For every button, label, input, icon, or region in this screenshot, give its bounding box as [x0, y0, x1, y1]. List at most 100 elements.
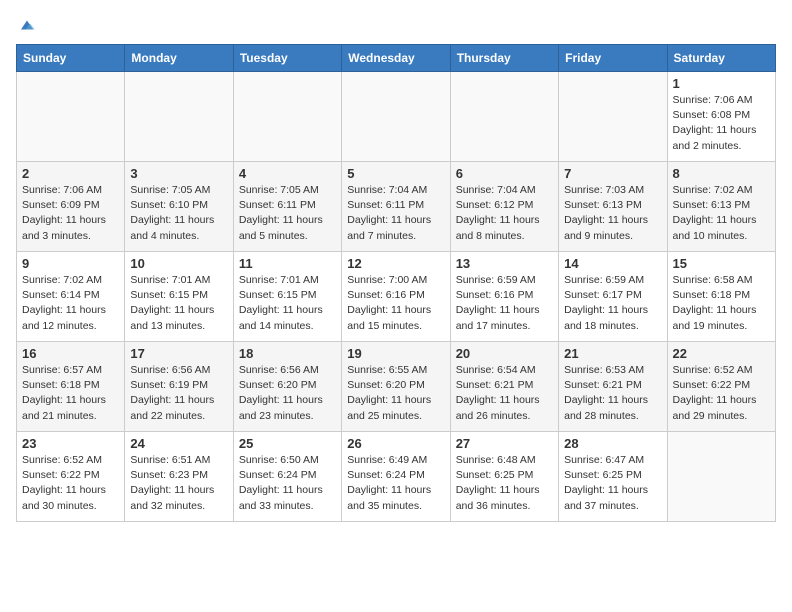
day-info: Sunrise: 6:54 AM Sunset: 6:21 PM Dayligh…: [456, 363, 553, 424]
day-number: 9: [22, 256, 119, 271]
day-number: 8: [673, 166, 770, 181]
calendar-day-cell: 11 Sunrise: 7:01 AM Sunset: 6:15 PM Dayli…: [233, 252, 341, 342]
day-number: 19: [347, 346, 444, 361]
calendar-day-cell: 25 Sunrise: 6:50 AM Sunset: 6:24 PM Dayli…: [233, 432, 341, 522]
day-info: Sunrise: 7:04 AM Sunset: 6:11 PM Dayligh…: [347, 183, 444, 244]
day-info: Sunrise: 7:04 AM Sunset: 6:12 PM Dayligh…: [456, 183, 553, 244]
calendar-day-cell: 5 Sunrise: 7:04 AM Sunset: 6:11 PM Daylig…: [342, 162, 450, 252]
calendar-day-cell: [450, 72, 558, 162]
calendar-week-row: 16 Sunrise: 6:57 AM Sunset: 6:18 PM Dayli…: [17, 342, 776, 432]
day-number: 28: [564, 436, 661, 451]
day-info: Sunrise: 7:05 AM Sunset: 6:11 PM Dayligh…: [239, 183, 336, 244]
day-number: 21: [564, 346, 661, 361]
calendar-day-cell: 20 Sunrise: 6:54 AM Sunset: 6:21 PM Dayli…: [450, 342, 558, 432]
calendar-day-cell: 1 Sunrise: 7:06 AM Sunset: 6:08 PM Daylig…: [667, 72, 775, 162]
day-info: Sunrise: 6:52 AM Sunset: 6:22 PM Dayligh…: [22, 453, 119, 514]
day-number: 26: [347, 436, 444, 451]
calendar-day-cell: [17, 72, 125, 162]
calendar-day-cell: 28 Sunrise: 6:47 AM Sunset: 6:25 PM Dayli…: [559, 432, 667, 522]
calendar-day-cell: 18 Sunrise: 6:56 AM Sunset: 6:20 PM Dayli…: [233, 342, 341, 432]
day-number: 22: [673, 346, 770, 361]
day-number: 11: [239, 256, 336, 271]
day-info: Sunrise: 6:55 AM Sunset: 6:20 PM Dayligh…: [347, 363, 444, 424]
calendar-day-cell: 12Sunrise: 7:00 AM Sunset: 6:16 PM Dayli…: [342, 252, 450, 342]
day-number: 13: [456, 256, 553, 271]
day-number: 14: [564, 256, 661, 271]
day-info: Sunrise: 7:06 AM Sunset: 6:09 PM Dayligh…: [22, 183, 119, 244]
day-number: 10: [130, 256, 227, 271]
day-number: 15: [673, 256, 770, 271]
calendar-table: SundayMondayTuesdayWednesdayThursdayFrid…: [16, 44, 776, 522]
day-info: Sunrise: 6:56 AM Sunset: 6:20 PM Dayligh…: [239, 363, 336, 424]
calendar-day-cell: 26 Sunrise: 6:49 AM Sunset: 6:24 PM Dayli…: [342, 432, 450, 522]
weekday-header-friday: Friday: [559, 45, 667, 72]
day-number: 20: [456, 346, 553, 361]
day-info: Sunrise: 6:59 AM Sunset: 6:16 PM Dayligh…: [456, 273, 553, 334]
day-number: 16: [22, 346, 119, 361]
calendar-day-cell: [342, 72, 450, 162]
day-info: Sunrise: 6:50 AM Sunset: 6:24 PM Dayligh…: [239, 453, 336, 514]
calendar-day-cell: 13 Sunrise: 6:59 AM Sunset: 6:16 PM Dayli…: [450, 252, 558, 342]
calendar-day-cell: 27 Sunrise: 6:48 AM Sunset: 6:25 PM Dayli…: [450, 432, 558, 522]
calendar-day-cell: 16 Sunrise: 6:57 AM Sunset: 6:18 PM Dayli…: [17, 342, 125, 432]
day-info: Sunrise: 6:48 AM Sunset: 6:25 PM Dayligh…: [456, 453, 553, 514]
calendar-day-cell: 24 Sunrise: 6:51 AM Sunset: 6:23 PM Dayli…: [125, 432, 233, 522]
day-number: 1: [673, 76, 770, 91]
day-info: Sunrise: 6:49 AM Sunset: 6:24 PM Dayligh…: [347, 453, 444, 514]
logo: [16, 16, 36, 34]
calendar-day-cell: 3 Sunrise: 7:05 AM Sunset: 6:10 PM Daylig…: [125, 162, 233, 252]
calendar-day-cell: [125, 72, 233, 162]
day-number: 6: [456, 166, 553, 181]
weekday-header-row: SundayMondayTuesdayWednesdayThursdayFrid…: [17, 45, 776, 72]
calendar-day-cell: 19 Sunrise: 6:55 AM Sunset: 6:20 PM Dayli…: [342, 342, 450, 432]
day-number: 25: [239, 436, 336, 451]
day-info: Sunrise: 7:01 AM Sunset: 6:15 PM Dayligh…: [130, 273, 227, 334]
calendar-day-cell: 4 Sunrise: 7:05 AM Sunset: 6:11 PM Daylig…: [233, 162, 341, 252]
calendar-day-cell: 7Sunrise: 7:03 AM Sunset: 6:13 PM Daylig…: [559, 162, 667, 252]
day-number: 27: [456, 436, 553, 451]
day-info: Sunrise: 7:00 AM Sunset: 6:16 PM Dayligh…: [347, 273, 444, 334]
day-number: 18: [239, 346, 336, 361]
calendar-week-row: 9 Sunrise: 7:02 AM Sunset: 6:14 PM Daylig…: [17, 252, 776, 342]
day-info: Sunrise: 6:51 AM Sunset: 6:23 PM Dayligh…: [130, 453, 227, 514]
page-header: [16, 16, 776, 34]
calendar-day-cell: 9 Sunrise: 7:02 AM Sunset: 6:14 PM Daylig…: [17, 252, 125, 342]
calendar-day-cell: 17 Sunrise: 6:56 AM Sunset: 6:19 PM Dayli…: [125, 342, 233, 432]
day-info: Sunrise: 7:01 AM Sunset: 6:15 PM Dayligh…: [239, 273, 336, 334]
calendar-day-cell: 22 Sunrise: 6:52 AM Sunset: 6:22 PM Dayli…: [667, 342, 775, 432]
calendar-week-row: 2 Sunrise: 7:06 AM Sunset: 6:09 PM Daylig…: [17, 162, 776, 252]
day-number: 3: [130, 166, 227, 181]
calendar-day-cell: [559, 72, 667, 162]
day-info: Sunrise: 7:03 AM Sunset: 6:13 PM Dayligh…: [564, 183, 661, 244]
day-info: Sunrise: 7:05 AM Sunset: 6:10 PM Dayligh…: [130, 183, 227, 244]
weekday-header-tuesday: Tuesday: [233, 45, 341, 72]
calendar-week-row: 1 Sunrise: 7:06 AM Sunset: 6:08 PM Daylig…: [17, 72, 776, 162]
weekday-header-thursday: Thursday: [450, 45, 558, 72]
day-info: Sunrise: 6:58 AM Sunset: 6:18 PM Dayligh…: [673, 273, 770, 334]
calendar-day-cell: [667, 432, 775, 522]
weekday-header-saturday: Saturday: [667, 45, 775, 72]
day-number: 2: [22, 166, 119, 181]
day-number: 24: [130, 436, 227, 451]
calendar-day-cell: 21 Sunrise: 6:53 AM Sunset: 6:21 PM Dayli…: [559, 342, 667, 432]
day-number: 17: [130, 346, 227, 361]
calendar-day-cell: 10 Sunrise: 7:01 AM Sunset: 6:15 PM Dayli…: [125, 252, 233, 342]
day-info: Sunrise: 7:02 AM Sunset: 6:13 PM Dayligh…: [673, 183, 770, 244]
day-number: 4: [239, 166, 336, 181]
calendar-week-row: 23 Sunrise: 6:52 AM Sunset: 6:22 PM Dayli…: [17, 432, 776, 522]
day-info: Sunrise: 6:56 AM Sunset: 6:19 PM Dayligh…: [130, 363, 227, 424]
calendar-day-cell: 6 Sunrise: 7:04 AM Sunset: 6:12 PM Daylig…: [450, 162, 558, 252]
day-info: Sunrise: 6:53 AM Sunset: 6:21 PM Dayligh…: [564, 363, 661, 424]
day-info: Sunrise: 6:52 AM Sunset: 6:22 PM Dayligh…: [673, 363, 770, 424]
day-info: Sunrise: 6:57 AM Sunset: 6:18 PM Dayligh…: [22, 363, 119, 424]
day-number: 5: [347, 166, 444, 181]
weekday-header-sunday: Sunday: [17, 45, 125, 72]
day-info: Sunrise: 6:59 AM Sunset: 6:17 PM Dayligh…: [564, 273, 661, 334]
calendar-day-cell: [233, 72, 341, 162]
calendar-day-cell: 8 Sunrise: 7:02 AM Sunset: 6:13 PM Daylig…: [667, 162, 775, 252]
day-info: Sunrise: 7:06 AM Sunset: 6:08 PM Dayligh…: [673, 93, 770, 154]
day-number: 23: [22, 436, 119, 451]
calendar-day-cell: 14 Sunrise: 6:59 AM Sunset: 6:17 PM Dayli…: [559, 252, 667, 342]
day-info: Sunrise: 6:47 AM Sunset: 6:25 PM Dayligh…: [564, 453, 661, 514]
day-info: Sunrise: 7:02 AM Sunset: 6:14 PM Dayligh…: [22, 273, 119, 334]
